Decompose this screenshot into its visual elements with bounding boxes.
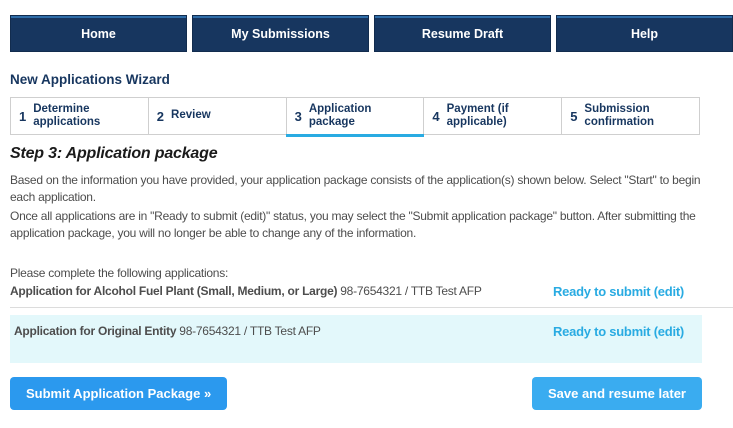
step-label: Submission confirmation <box>584 103 684 129</box>
nav-button-resume-draft[interactable]: Resume Draft <box>374 15 551 52</box>
step-label: Payment (if applicable) <box>447 103 547 129</box>
step-tab-review[interactable]: 2 Review <box>148 98 286 134</box>
row-divider <box>10 307 733 308</box>
application-row-original-entity: Application for Original Entity98-765432… <box>10 315 702 363</box>
step-number: 5 <box>570 109 577 124</box>
step-number: 1 <box>19 109 26 124</box>
application-detail: 98-7654321 / TTB Test AFP <box>179 324 320 338</box>
step-label: Review <box>171 109 211 122</box>
applications-intro: Please complete the following applicatio… <box>10 266 228 280</box>
nav-button-home[interactable]: Home <box>10 15 187 52</box>
page: { "nav": { "items": ["Home", "My Submiss… <box>0 0 733 428</box>
application-detail: 98-7654321 / TTB Test AFP <box>340 284 481 298</box>
application-title: Application for Alcohol Fuel Plant (Smal… <box>10 284 482 298</box>
ready-to-submit-edit-link[interactable]: Ready to submit (edit) <box>553 324 684 339</box>
step-label: Application package <box>309 103 409 129</box>
application-name: Application for Alcohol Fuel Plant (Smal… <box>10 284 337 298</box>
step-number: 3 <box>295 109 302 124</box>
application-title: Application for Original Entity98-765432… <box>14 324 321 338</box>
step-tab-payment[interactable]: 4 Payment (if applicable) <box>423 98 561 134</box>
step-number: 2 <box>157 109 164 124</box>
wizard-step-tabs: 1 Determine applications 2 Review 3 Appl… <box>10 97 700 135</box>
instructions-paragraph-1: Based on the information you have provid… <box>10 172 728 205</box>
step-tab-application-package[interactable]: 3 Application package <box>286 98 424 134</box>
step-number: 4 <box>432 109 439 124</box>
wizard-title: New Applications Wizard <box>10 72 170 87</box>
ready-to-submit-edit-link[interactable]: Ready to submit (edit) <box>553 284 684 299</box>
nav-button-my-submissions[interactable]: My Submissions <box>192 15 369 52</box>
nav-button-help[interactable]: Help <box>556 15 733 52</box>
step-tab-determine-applications[interactable]: 1 Determine applications <box>11 98 148 134</box>
application-name: Application for Original Entity <box>14 324 176 338</box>
footer-buttons: Submit Application Package » Save and re… <box>10 377 702 410</box>
step-tab-submission-confirmation[interactable]: 5 Submission confirmation <box>561 98 699 134</box>
step-label: Determine applications <box>33 103 133 129</box>
instructions-paragraph-2: Once all applications are in "Ready to s… <box>10 208 728 241</box>
submit-application-package-button[interactable]: Submit Application Package » <box>10 377 227 410</box>
step-heading: Step 3: Application package <box>10 145 217 163</box>
top-nav: Home My Submissions Resume Draft Help <box>10 15 733 52</box>
save-and-resume-later-button[interactable]: Save and resume later <box>532 377 702 410</box>
application-row-alcohol-fuel-plant: Application for Alcohol Fuel Plant (Smal… <box>10 284 702 299</box>
